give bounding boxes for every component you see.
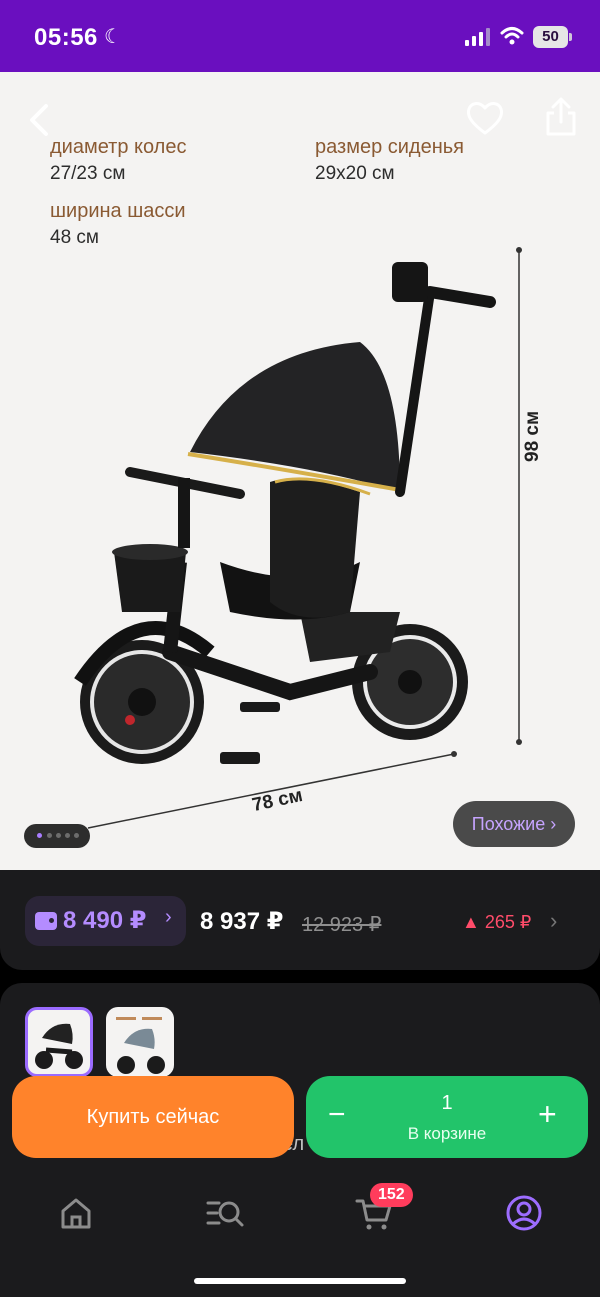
- catalog-search-icon[interactable]: [205, 1193, 245, 1233]
- home-indicator: [194, 1278, 406, 1284]
- price-history-chevron-icon[interactable]: ›: [550, 908, 557, 934]
- battery-level: 50: [533, 26, 568, 48]
- variant-image: [116, 1017, 165, 1074]
- battery-icon: 50: [533, 26, 573, 48]
- tricycle-image: [74, 262, 496, 764]
- status-time: 05:56: [34, 24, 98, 51]
- regular-price: 8 937 ₽: [200, 908, 284, 935]
- status-bar: 05:56 ☾ 50: [0, 0, 600, 72]
- similar-button[interactable]: Похожие ›: [453, 801, 575, 847]
- old-price: 12 923 ₽: [302, 914, 382, 936]
- price-panel: 8 490 ₽ › 8 937 ₽ 12 923 ₽ ▲ 265 ₽ ›: [0, 870, 600, 970]
- wallet-price-button[interactable]: 8 490 ₽ ›: [25, 896, 186, 946]
- chevron-right-icon: ›: [165, 906, 172, 928]
- bottom-navigation: 152: [0, 1171, 600, 1297]
- increase-quantity-button[interactable]: +: [538, 1096, 557, 1133]
- height-dimension: 98 см: [522, 410, 543, 462]
- home-icon[interactable]: [56, 1193, 96, 1233]
- cart-count-badge: 152: [370, 1183, 413, 1207]
- moon-icon: ☾: [104, 26, 122, 48]
- wifi-icon: [500, 27, 524, 45]
- profile-icon[interactable]: [504, 1193, 544, 1233]
- variant-thumb-grey[interactable]: [106, 1007, 174, 1077]
- signal-icon: [465, 28, 490, 46]
- variant-thumb-black[interactable]: [25, 1007, 93, 1077]
- wallet-price: 8 490 ₽: [63, 907, 147, 934]
- variant-image: [35, 1023, 83, 1069]
- buy-now-button[interactable]: Купить сейчас: [12, 1076, 294, 1158]
- wallet-icon: [35, 912, 57, 930]
- product-gallery[interactable]: диаметр колес 27/23 см размер сиденья 29…: [0, 72, 600, 870]
- gallery-pagination[interactable]: [24, 824, 90, 848]
- price-change: ▲ 265 ₽: [462, 912, 532, 932]
- cart-stepper[interactable]: − 1 В корзине +: [306, 1076, 588, 1158]
